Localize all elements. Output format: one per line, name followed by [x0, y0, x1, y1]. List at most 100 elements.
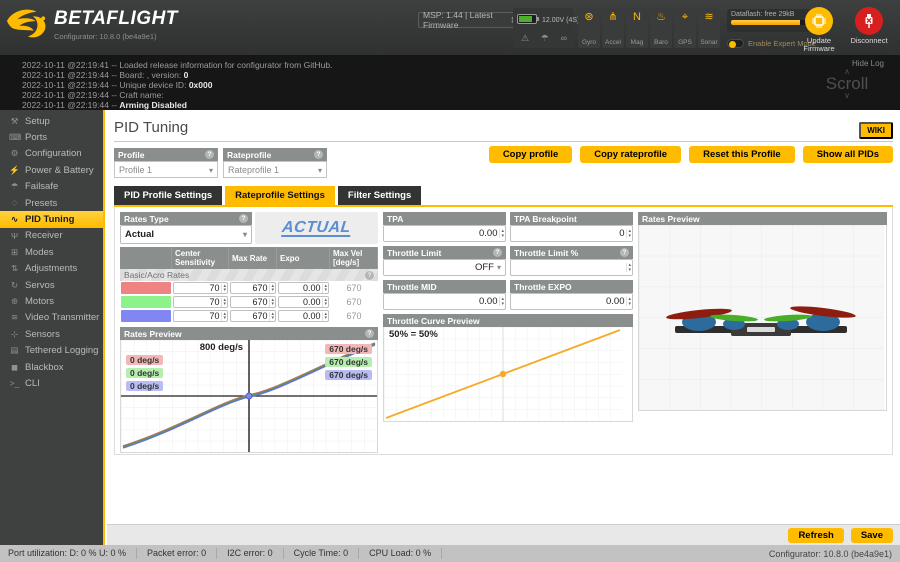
roll-center-sensitivity-input[interactable]: 70: [173, 282, 228, 294]
chevron-down-icon: [497, 262, 501, 273]
y-axis-max-label: 800 deg/s: [179, 342, 243, 353]
max-rate-labels: 670 deg/s 670 deg/s 670 deg/s: [325, 344, 372, 383]
help-icon: [239, 214, 248, 223]
link-icon: ∞: [561, 33, 567, 44]
ports-icon: ⌨: [9, 132, 20, 143]
brand-name: BETAFLIGHT: [54, 6, 178, 32]
battery-voltage: 12.00V (4S): [542, 17, 579, 24]
hide-log-link[interactable]: Hide Log: [852, 59, 884, 68]
battery-icon: [517, 11, 539, 29]
roll-axis-swatch: [121, 282, 171, 294]
log-panel: 2022-10-11 @22:19:41 -- Loaded release i…: [0, 55, 900, 110]
hornet-logo-icon: [6, 6, 48, 49]
rates-preview-chart: 800 deg/s 0 deg/s 0 deg/s 0 deg/s 670 de…: [120, 340, 378, 453]
roll-max-vel-readout: 670: [330, 281, 378, 295]
save-button[interactable]: Save: [851, 528, 893, 543]
update-firmware-button[interactable]: Update Firmware: [796, 7, 842, 53]
tab-pid-profile-settings[interactable]: PID Profile Settings: [114, 186, 222, 205]
sidebar-item-motors[interactable]: ⊛Motors: [0, 293, 103, 309]
actual-rates-logo: ACTUAL: [281, 220, 352, 237]
show-all-pids-button[interactable]: Show all PIDs: [803, 146, 893, 163]
sidebar-item-video-transmitter[interactable]: ≋Video Transmitter: [0, 310, 103, 326]
throttle-limit-field: Throttle Limit OFF: [383, 246, 506, 276]
sidebar-item-sensors[interactable]: ⊹Sensors: [0, 326, 103, 342]
sidebar-item-cli[interactable]: >_CLI: [0, 375, 103, 391]
pitch-center-sensitivity-input[interactable]: 70: [173, 296, 228, 308]
gyro-icon: ⊛: [584, 11, 593, 23]
sidebar-item-tethered-logging[interactable]: ▤Tethered Logging: [0, 342, 103, 358]
spinner-icon: [626, 263, 631, 272]
tab-rateprofile-settings[interactable]: Rateprofile Settings: [225, 186, 335, 205]
disconnect-button[interactable]: Disconnect: [846, 7, 892, 45]
tpa-input[interactable]: 0.00: [383, 225, 506, 242]
rates-logo-box: ACTUAL: [255, 212, 378, 244]
content-footer: Refresh Save: [107, 524, 900, 545]
throttle-mid-input[interactable]: 0.00: [383, 293, 506, 310]
throttle-limit-select[interactable]: OFF: [383, 259, 506, 276]
copy-profile-button[interactable]: Copy profile: [489, 146, 572, 163]
packet-error-status: Packet error: 0: [137, 548, 217, 559]
sensor-gyro: ⊛ Gyro: [578, 8, 600, 48]
roll-expo-input[interactable]: 0.00: [278, 282, 329, 294]
yaw-center-sensitivity-input[interactable]: 70: [173, 310, 228, 322]
rateprofile-select[interactable]: Rateprofile 1: [223, 161, 327, 178]
throttle-column: TPA 0.00 TPA Breakpoint 0 Throttle Limit…: [383, 212, 633, 449]
modes-icon: ⊞: [9, 247, 20, 258]
sidebar-item-power-battery[interactable]: ⚡Power & Battery: [0, 162, 103, 178]
usb-disconnect-icon: [855, 7, 883, 35]
sidebar-item-pid-tuning[interactable]: ∿PID Tuning: [0, 211, 103, 227]
sidebar-item-failsafe[interactable]: ☂Failsafe: [0, 179, 103, 195]
rateprofile-selector: Rateprofile Rateprofile 1: [223, 148, 327, 178]
wiki-button[interactable]: WIKI: [859, 122, 893, 139]
roll-max-rate-input[interactable]: 670: [230, 282, 276, 294]
quadcopter-3d-preview: [638, 225, 887, 411]
sidebar-item-presets[interactable]: ♢Presets: [0, 195, 103, 211]
power-icon: ⚡: [9, 165, 20, 176]
help-icon: [365, 271, 374, 280]
log-line: 2022-10-11 @22:19:44 -- Craft name:: [22, 90, 900, 100]
log-scroll-control[interactable]: ∧ Scroll ∨: [812, 68, 882, 99]
sensor-accel: ⋔ Accel: [602, 8, 624, 48]
refresh-button[interactable]: Refresh: [788, 528, 843, 543]
status-bar: Port utilization: D: 0 % U: 0 % Packet e…: [0, 545, 900, 562]
sidebar-item-ports[interactable]: ⌨Ports: [0, 129, 103, 145]
sidebar-item-blackbox[interactable]: ◼Blackbox: [0, 359, 103, 375]
header-bar: BETAFLIGHT Configurator: 10.8.0 (be4a9e1…: [0, 0, 900, 55]
throttle-expo-input[interactable]: 0.00: [510, 293, 633, 310]
sidebar-item-adjustments[interactable]: ⇅Adjustments: [0, 261, 103, 277]
spinner-icon: [499, 297, 504, 306]
motors-icon: ⊛: [9, 296, 20, 307]
sidebar-item-receiver[interactable]: ΨReceiver: [0, 228, 103, 244]
yaw-max-rate-input[interactable]: 670: [230, 310, 276, 322]
firmware-version-select[interactable]: MSP: 1.44 | Latest Firmware: [418, 12, 522, 28]
rates-table: Center Sensitivity Max Rate Expo Max Vel…: [120, 247, 378, 323]
copy-rateprofile-button[interactable]: Copy rateprofile: [580, 146, 681, 163]
expert-mode-toggle[interactable]: [727, 39, 744, 48]
i2c-error-status: I2C error: 0: [217, 548, 284, 559]
page-title: PID Tuning: [114, 119, 893, 136]
pitch-max-rate-input[interactable]: 670: [230, 296, 276, 308]
sidebar-item-setup[interactable]: ⚒Setup: [0, 113, 103, 129]
tab-filter-settings[interactable]: Filter Settings: [338, 186, 421, 205]
sidebar-item-configuration[interactable]: ⚙Configuration: [0, 146, 103, 162]
rates-type-select[interactable]: Actual: [120, 225, 252, 244]
profile-select[interactable]: Profile 1: [114, 161, 218, 178]
firmware-chip-icon: [805, 7, 833, 35]
servos-icon: ↻: [9, 280, 20, 291]
yaw-max-vel-readout: 670: [330, 309, 378, 323]
rates-preview-panel: Rates Preview: [120, 327, 378, 453]
pitch-expo-input[interactable]: 0.00: [278, 296, 329, 308]
throttle-curve-chart: 50% = 50%: [383, 327, 633, 422]
rateprofile-settings-panel: Rates Type Actual ACTUAL Center Sensitiv…: [114, 207, 893, 455]
yaw-expo-input[interactable]: 0.00: [278, 310, 329, 322]
reset-profile-button[interactable]: Reset this Profile: [689, 146, 795, 163]
app-logo: BETAFLIGHT Configurator: 10.8.0 (be4a9e1…: [6, 6, 178, 49]
sidebar-item-modes[interactable]: ⊞Modes: [0, 244, 103, 260]
spinner-icon: [221, 298, 226, 307]
tpa-breakpoint-input[interactable]: 0: [510, 225, 633, 242]
sidebar-item-servos[interactable]: ↻Servos: [0, 277, 103, 293]
throttle-curve-annotation: 50% = 50%: [389, 329, 438, 340]
throttle-limit-pct-input[interactable]: [510, 259, 633, 276]
title-divider: [114, 141, 893, 142]
rates-group-row: Basic/Acro Rates: [120, 269, 378, 281]
